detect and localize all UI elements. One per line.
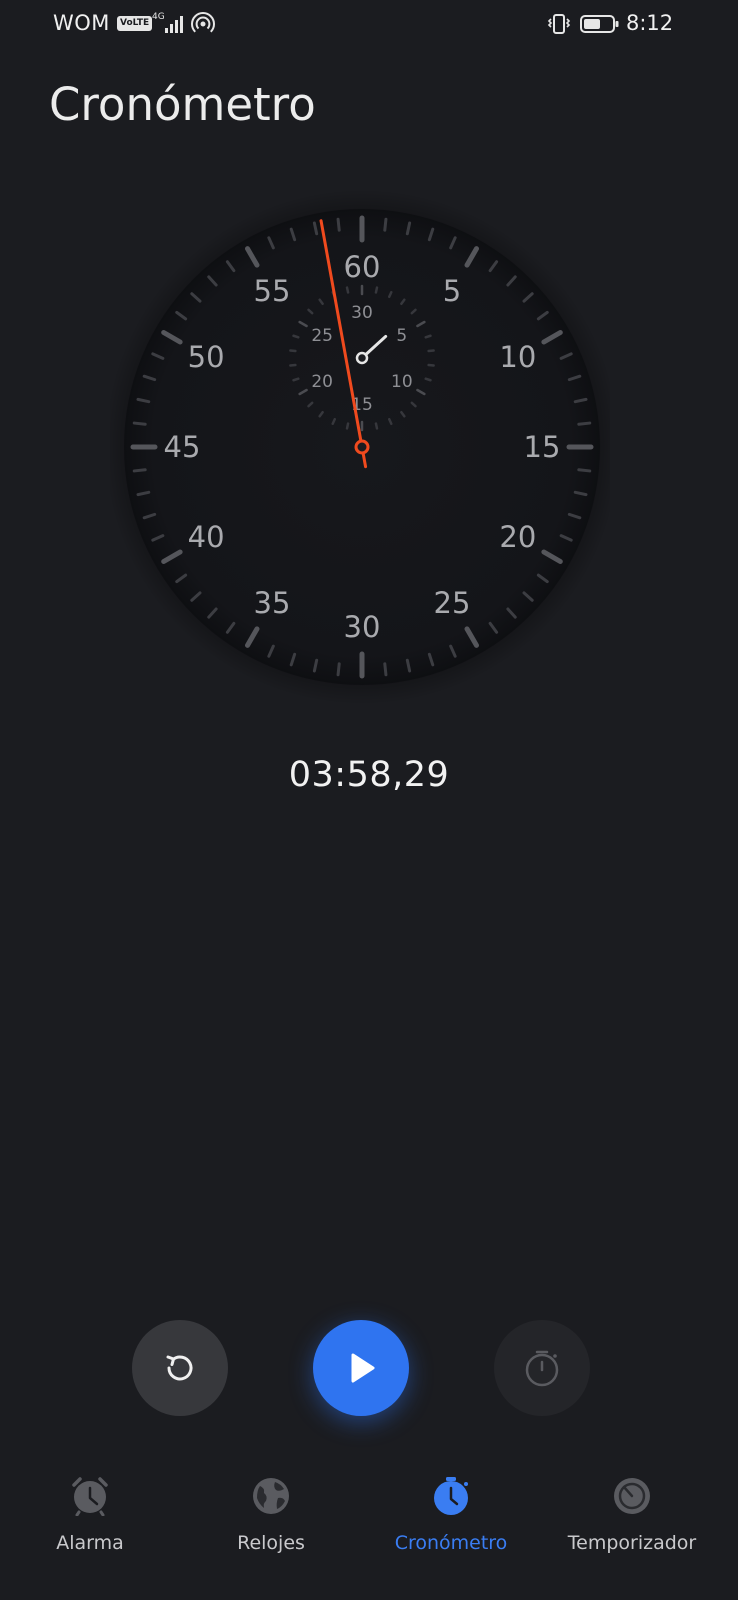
sub-dial-tick: [424, 377, 432, 382]
dial-label: 60: [344, 250, 381, 284]
dial-minor-tick: [577, 468, 592, 473]
sub-dial-label: 5: [396, 326, 407, 346]
dial-label: 35: [254, 586, 291, 620]
dial-minor-tick: [336, 662, 341, 677]
dial-minor-tick: [132, 421, 147, 426]
sub-dial-tick: [292, 334, 300, 339]
sub-dial-tick: [292, 377, 300, 382]
sub-dial-tick: [345, 422, 350, 430]
sub-dial-label: 20: [311, 372, 333, 392]
alarm-clock-icon: [72, 1477, 108, 1516]
dial-label: 25: [434, 586, 471, 620]
timer-icon: [614, 1478, 650, 1514]
nav-label-clocks: Relojes: [237, 1532, 305, 1554]
play-icon: [351, 1353, 375, 1383]
dial-label: 55: [254, 274, 291, 308]
sub-dial-tick: [424, 334, 432, 339]
dial-minor-tick: [577, 421, 592, 426]
nav-item-stopwatch[interactable]: Cronómetro: [361, 1462, 541, 1582]
sub-dial-tick: [427, 363, 435, 367]
reset-icon: [166, 1355, 193, 1381]
dial-label: 10: [499, 340, 536, 374]
dial-label: 30: [344, 610, 381, 644]
stopwatch-icon: [525, 1350, 559, 1387]
globe-icon: [253, 1478, 289, 1514]
carrier-name: WOM: [53, 11, 110, 35]
hotspot-icon: [191, 12, 215, 33]
reset-button[interactable]: [132, 1320, 228, 1416]
sub-dial-tick: [427, 349, 435, 353]
start-button[interactable]: [313, 1320, 409, 1416]
nav-label-stopwatch: Cronómetro: [394, 1532, 508, 1554]
sub-dial-tick: [374, 422, 379, 430]
sub-dial-label: 10: [391, 372, 413, 392]
signal-icon: [165, 16, 183, 33]
sub-dial-label: 30: [351, 303, 373, 323]
sub-dial-tick: [374, 286, 379, 294]
nav-item-timer[interactable]: Temporizador: [542, 1462, 722, 1582]
dial-label: 50: [188, 340, 225, 374]
dial-label: 5: [443, 274, 461, 308]
page-title: Cronómetro: [49, 78, 316, 131]
dial-minor-tick: [336, 217, 341, 232]
dial-minor-tick: [383, 662, 388, 677]
stopwatch-dial-face: 60510152025303540455055 30510152025: [110, 190, 610, 705]
elapsed-time: 03:58,29: [288, 755, 450, 795]
lap-button[interactable]: [494, 1320, 590, 1416]
dial-label: 45: [164, 430, 201, 464]
stopwatch-icon: [434, 1477, 468, 1515]
sub-dial-tick: [289, 363, 297, 367]
status-time: 8:12: [626, 11, 674, 35]
battery-icon: [580, 15, 619, 33]
nav-item-clocks[interactable]: Relojes: [181, 1462, 361, 1582]
status-bar: WOM VoLTE 4G 8:12: [0, 0, 738, 52]
sub-dial-label: 25: [311, 326, 333, 346]
dial-label: 20: [499, 520, 536, 554]
stopwatch-dial: 60 5 10 15 20 25 30 35 40 45 50 55 30 5 10 15 20 25: [110, 190, 610, 710]
dial-label: 15: [524, 430, 561, 464]
sub-dial-tick: [345, 286, 350, 294]
volte-badge: VoLTE: [117, 16, 153, 31]
seconds-hand-hub: [354, 439, 370, 455]
vibrate-icon: [547, 14, 571, 34]
minute-hand-hub: [355, 351, 369, 365]
dial-minor-tick: [383, 217, 388, 232]
dial-minor-tick: [132, 468, 147, 473]
nav-label-alarm: Alarma: [56, 1532, 124, 1554]
sub-dial-tick: [289, 349, 297, 353]
nav-label-timer: Temporizador: [567, 1532, 697, 1554]
bottom-nav: Alarma Relojes Cronómetro Temporizador: [0, 1462, 738, 1600]
dial-label: 40: [188, 520, 225, 554]
nav-item-alarm[interactable]: Alarma: [0, 1462, 180, 1582]
